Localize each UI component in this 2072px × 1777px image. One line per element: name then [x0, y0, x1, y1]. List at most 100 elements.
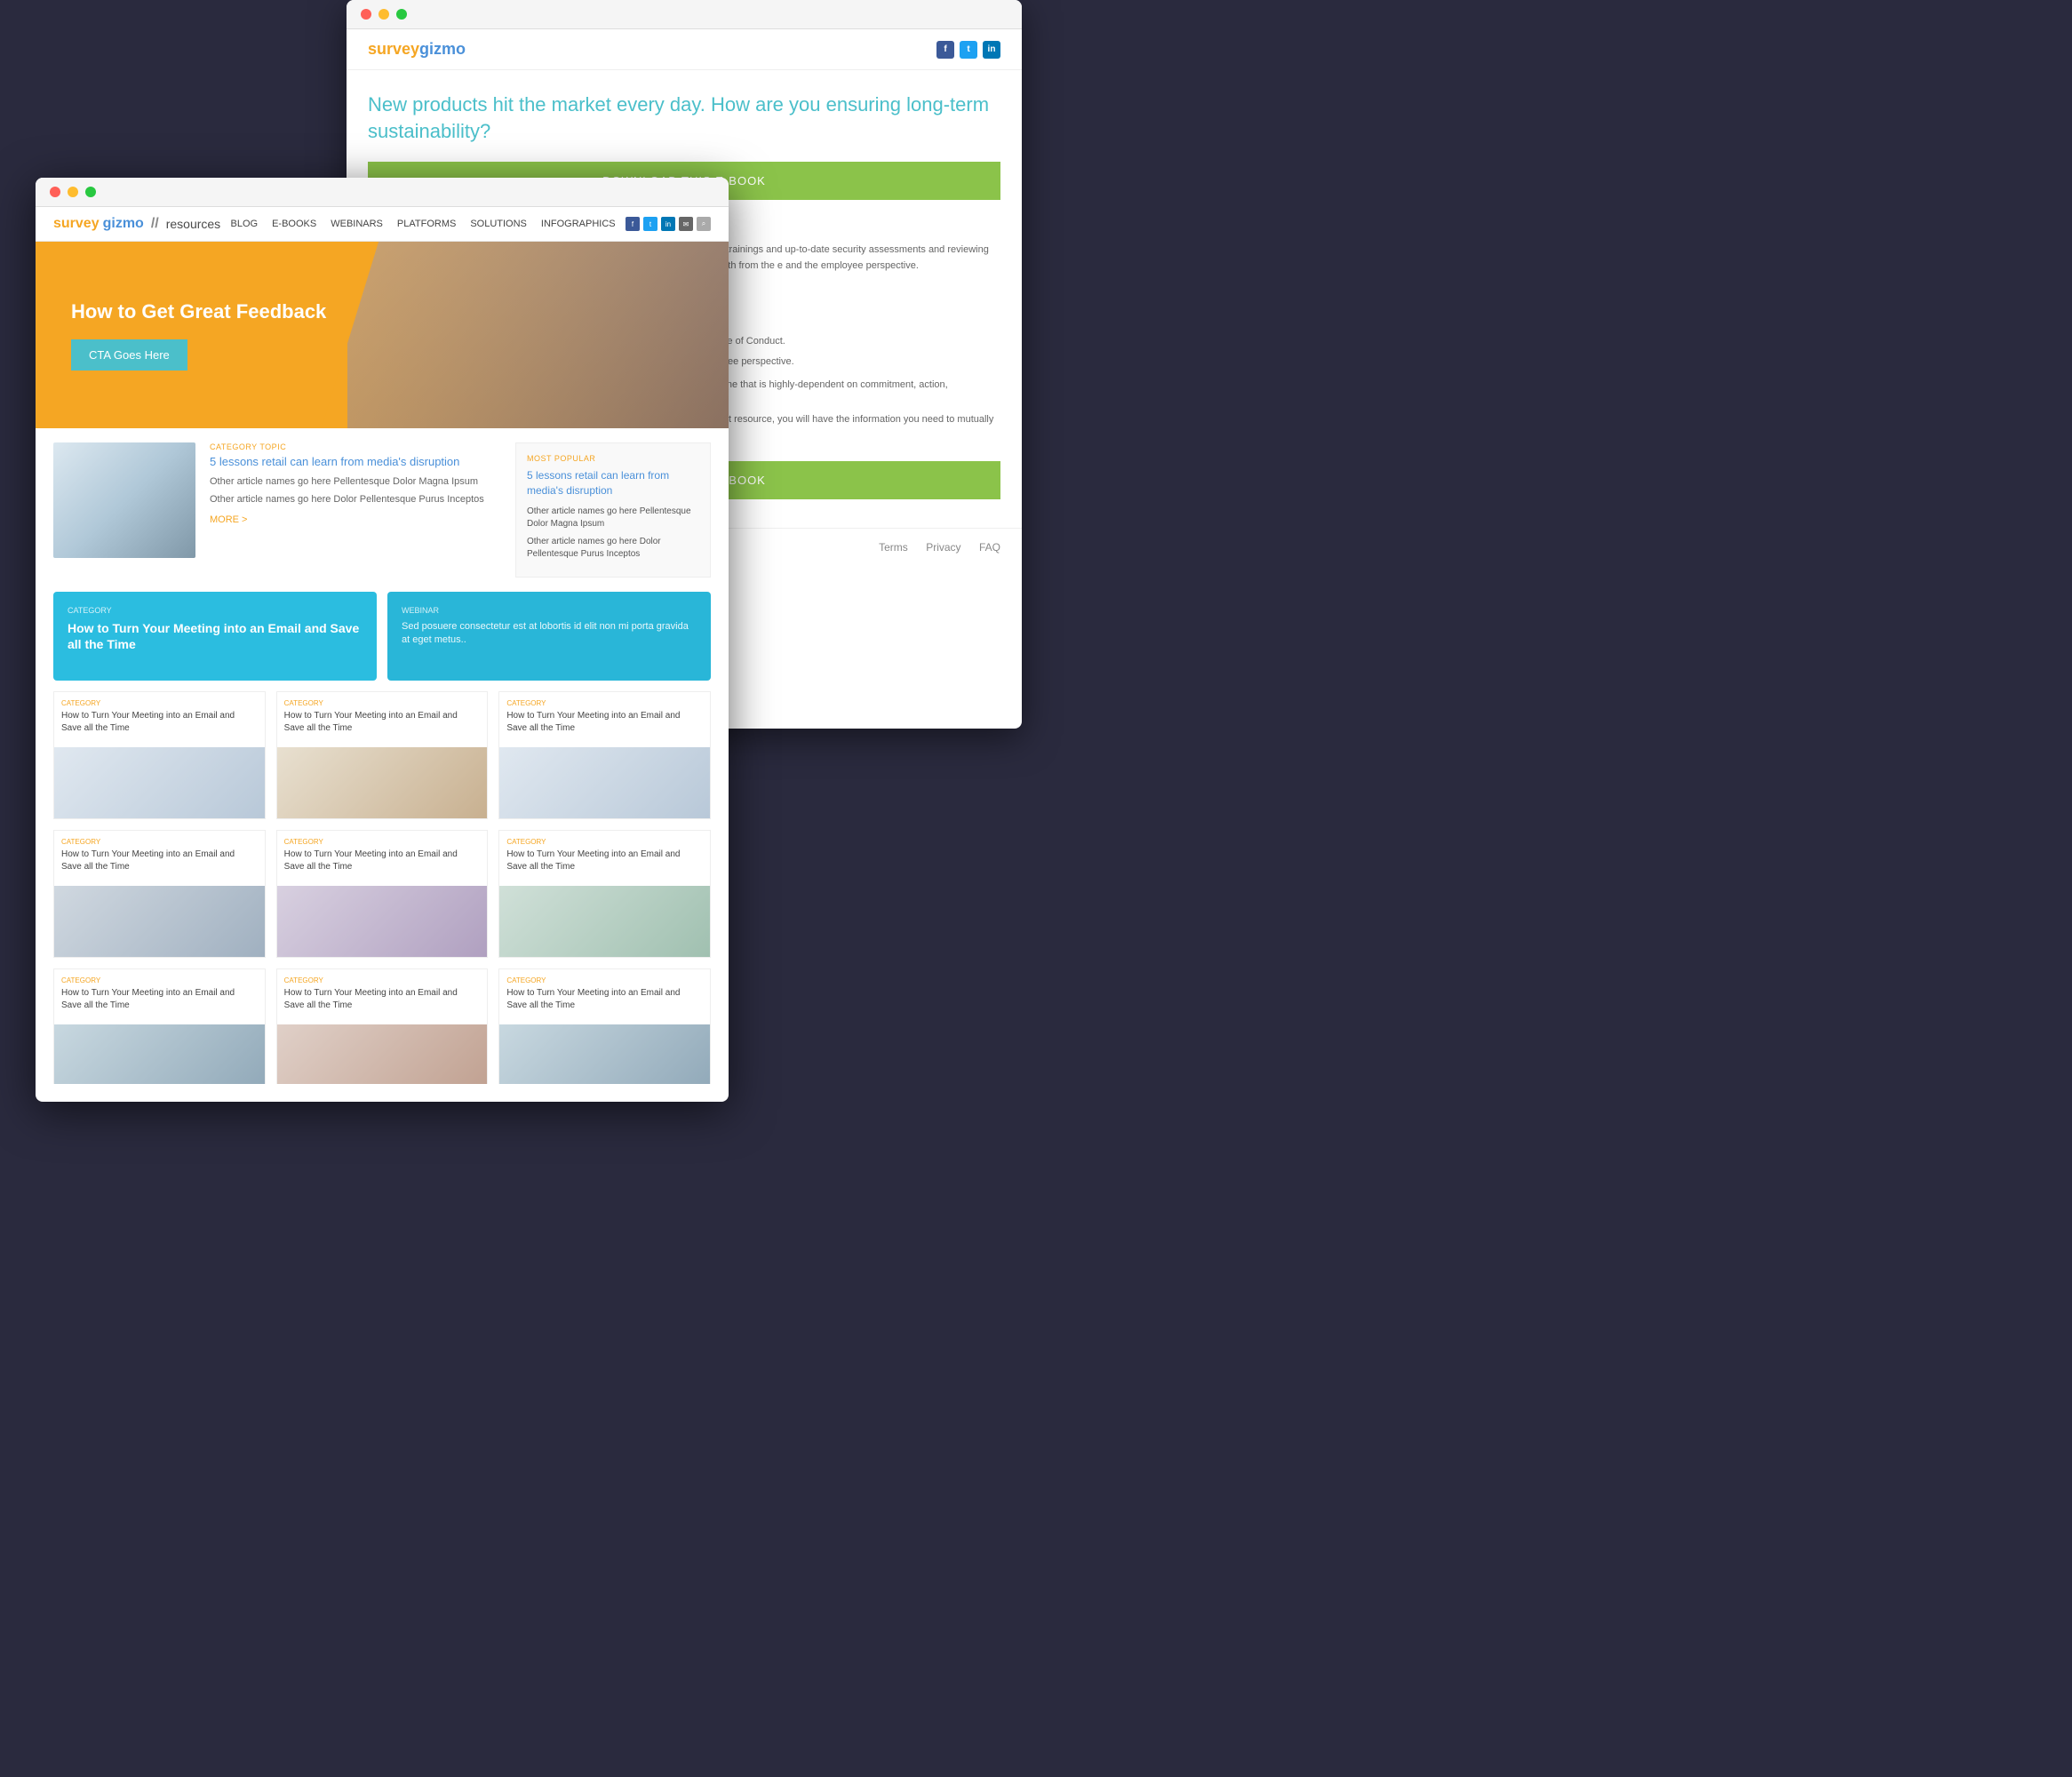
featured-cards-row: Category How to Turn Your Meeting into a…: [53, 592, 711, 681]
article-card-7-cat: Category: [61, 976, 258, 984]
most-popular-box: Most popular 5 lessons retail can learn …: [515, 442, 711, 578]
ebook-window-titlebar: [347, 0, 1022, 29]
article-card-9-image: [499, 1024, 710, 1084]
res-close-button[interactable]: [50, 187, 60, 197]
featured-item-1: Other article names go here Pellentesque…: [210, 475, 501, 489]
article-card-1[interactable]: Category How to Turn Your Meeting into a…: [53, 691, 266, 819]
nav-links: BLOG E-BOOKS WEBINARS PLATFORMS SOLUTION…: [231, 219, 616, 229]
res-maximize-button[interactable]: [85, 187, 96, 197]
logo-separator: //: [151, 216, 159, 232]
featured-thumb-image: [53, 442, 195, 558]
article-card-7-image: [54, 1024, 265, 1084]
nav-facebook-icon[interactable]: f: [626, 217, 640, 231]
hero-title: How to Get Great Feedback: [71, 299, 381, 325]
ebook-hero: New products hit the market every day. H…: [347, 70, 1022, 144]
hero-cta-button[interactable]: CTA Goes Here: [71, 339, 187, 371]
card1-title: How to Turn Your Meeting into an Email a…: [68, 620, 363, 652]
nav-linkedin-icon[interactable]: in: [661, 217, 675, 231]
article-card-3[interactable]: Category How to Turn Your Meeting into a…: [498, 691, 711, 819]
article-card-2[interactable]: Category How to Turn Your Meeting into a…: [276, 691, 489, 819]
resources-window: surveygizmo // resources BLOG E-BOOKS WE…: [36, 178, 729, 1102]
article-card-4-title: How to Turn Your Meeting into an Email a…: [61, 849, 258, 873]
article-card-2-image: [277, 747, 488, 818]
article-card-6-cat: Category: [506, 838, 703, 846]
article-card-3-info: Category How to Turn Your Meeting into a…: [499, 692, 710, 747]
article-card-8-image: [277, 1024, 488, 1084]
article-card-8-title: How to Turn Your Meeting into an Email a…: [284, 987, 481, 1012]
ebook-logo-gizmo: gizmo: [419, 40, 466, 58]
featured-item-2: Other article names go here Dolor Pellen…: [210, 493, 501, 506]
linkedin-icon[interactable]: in: [983, 41, 1000, 59]
featured-tag: Category Topic: [210, 442, 501, 451]
facebook-icon[interactable]: f: [936, 41, 954, 59]
card1-label: Category: [68, 606, 363, 615]
article-card-5-cat: Category: [284, 838, 481, 846]
twitter-icon[interactable]: t: [960, 41, 977, 59]
hero-background-image: [347, 242, 729, 428]
article-card-3-title: How to Turn Your Meeting into an Email a…: [506, 710, 703, 735]
nav-blog[interactable]: BLOG: [231, 219, 259, 229]
nav-platforms[interactable]: PLATFORMS: [397, 219, 456, 229]
article-card-1-info: Category How to Turn Your Meeting into a…: [54, 692, 265, 747]
article-card-9-title: How to Turn Your Meeting into an Email a…: [506, 987, 703, 1012]
article-card-5[interactable]: Category How to Turn Your Meeting into a…: [276, 830, 489, 958]
res-minimize-button[interactable]: [68, 187, 78, 197]
card-meeting-email[interactable]: Category How to Turn Your Meeting into a…: [53, 592, 377, 681]
ebook-social-icons: f t in: [936, 41, 1000, 59]
featured-articles: Category Topic 5 lessons retail can lear…: [210, 442, 501, 578]
minimize-button[interactable]: [379, 9, 389, 20]
article-card-1-title: How to Turn Your Meeting into an Email a…: [61, 710, 258, 735]
terms-link[interactable]: Terms: [879, 541, 908, 554]
article-card-9-cat: category: [506, 976, 703, 984]
article-grid-row3: Category How to Turn Your Meeting into a…: [53, 968, 711, 1084]
most-popular-tag: Most popular: [527, 454, 699, 463]
nav-ebooks[interactable]: E-BOOKS: [272, 219, 316, 229]
article-card-3-image: [499, 747, 710, 818]
card-webinar[interactable]: Webinar Sed posuere consectetur est at l…: [387, 592, 711, 681]
article-card-4[interactable]: Category How to Turn Your Meeting into a…: [53, 830, 266, 958]
article-card-1-cat: Category: [61, 699, 258, 707]
article-card-6[interactable]: Category How to Turn Your Meeting into a…: [498, 830, 711, 958]
maximize-button[interactable]: [396, 9, 407, 20]
article-card-5-image: [277, 886, 488, 957]
article-card-6-title: How to Turn Your Meeting into an Email a…: [506, 849, 703, 873]
featured-row: Category Topic 5 lessons retail can lear…: [53, 442, 711, 578]
nav-webinars[interactable]: WEBINARS: [331, 219, 383, 229]
nav-search-icon[interactable]: ⌕: [697, 217, 711, 231]
article-card-8-info: Category How to Turn Your Meeting into a…: [277, 969, 488, 1024]
ebook-logo-survey: survey: [368, 40, 419, 58]
nav-infographics[interactable]: INFOGRAPHICS: [541, 219, 616, 229]
article-card-7[interactable]: Category How to Turn Your Meeting into a…: [53, 968, 266, 1084]
featured-main-title[interactable]: 5 lessons retail can learn from media's …: [210, 455, 501, 468]
article-card-2-title: How to Turn Your Meeting into an Email a…: [284, 710, 481, 735]
nav-twitter-icon[interactable]: t: [643, 217, 657, 231]
faq-link[interactable]: FAQ: [979, 541, 1000, 554]
article-card-4-info: Category How to Turn Your Meeting into a…: [54, 831, 265, 886]
article-card-2-cat: Category: [284, 699, 481, 707]
ebook-logo: surveygizmo: [368, 40, 466, 59]
article-card-9[interactable]: category How to Turn Your Meeting into a…: [498, 968, 711, 1084]
article-card-7-title: How to Turn Your Meeting into an Email a…: [61, 987, 258, 1012]
popular-item-1: Other article names go here Pellentesque…: [527, 506, 699, 530]
close-button[interactable]: [361, 9, 371, 20]
article-card-5-title: How to Turn Your Meeting into an Email a…: [284, 849, 481, 873]
resources-window-titlebar: [36, 178, 729, 207]
card2-label: Webinar: [402, 606, 697, 615]
article-card-5-info: Category How to Turn Your Meeting into a…: [277, 831, 488, 886]
card2-title: Sed posuere consectetur est at lobortis …: [402, 620, 697, 648]
resources-nav: surveygizmo // resources BLOG E-BOOKS WE…: [36, 207, 729, 242]
logo-resources: resources: [166, 217, 220, 231]
article-grid-row1: Category How to Turn Your Meeting into a…: [53, 691, 711, 819]
privacy-link[interactable]: Privacy: [926, 541, 960, 554]
article-card-6-info: Category How to Turn Your Meeting into a…: [499, 831, 710, 886]
ebook-hero-title: New products hit the market every day. H…: [368, 92, 1000, 144]
popular-main-article[interactable]: 5 lessons retail can learn from media's …: [527, 468, 699, 498]
article-card-6-image: [499, 886, 710, 957]
article-card-4-image: [54, 886, 265, 957]
more-link[interactable]: MORE >: [210, 514, 501, 525]
content-area: Category Topic 5 lessons retail can lear…: [36, 428, 729, 1102]
article-card-4-cat: Category: [61, 838, 258, 846]
nav-solutions[interactable]: SOLUTIONS: [470, 219, 527, 229]
article-card-8[interactable]: Category How to Turn Your Meeting into a…: [276, 968, 489, 1084]
nav-email-icon[interactable]: ✉: [679, 217, 693, 231]
